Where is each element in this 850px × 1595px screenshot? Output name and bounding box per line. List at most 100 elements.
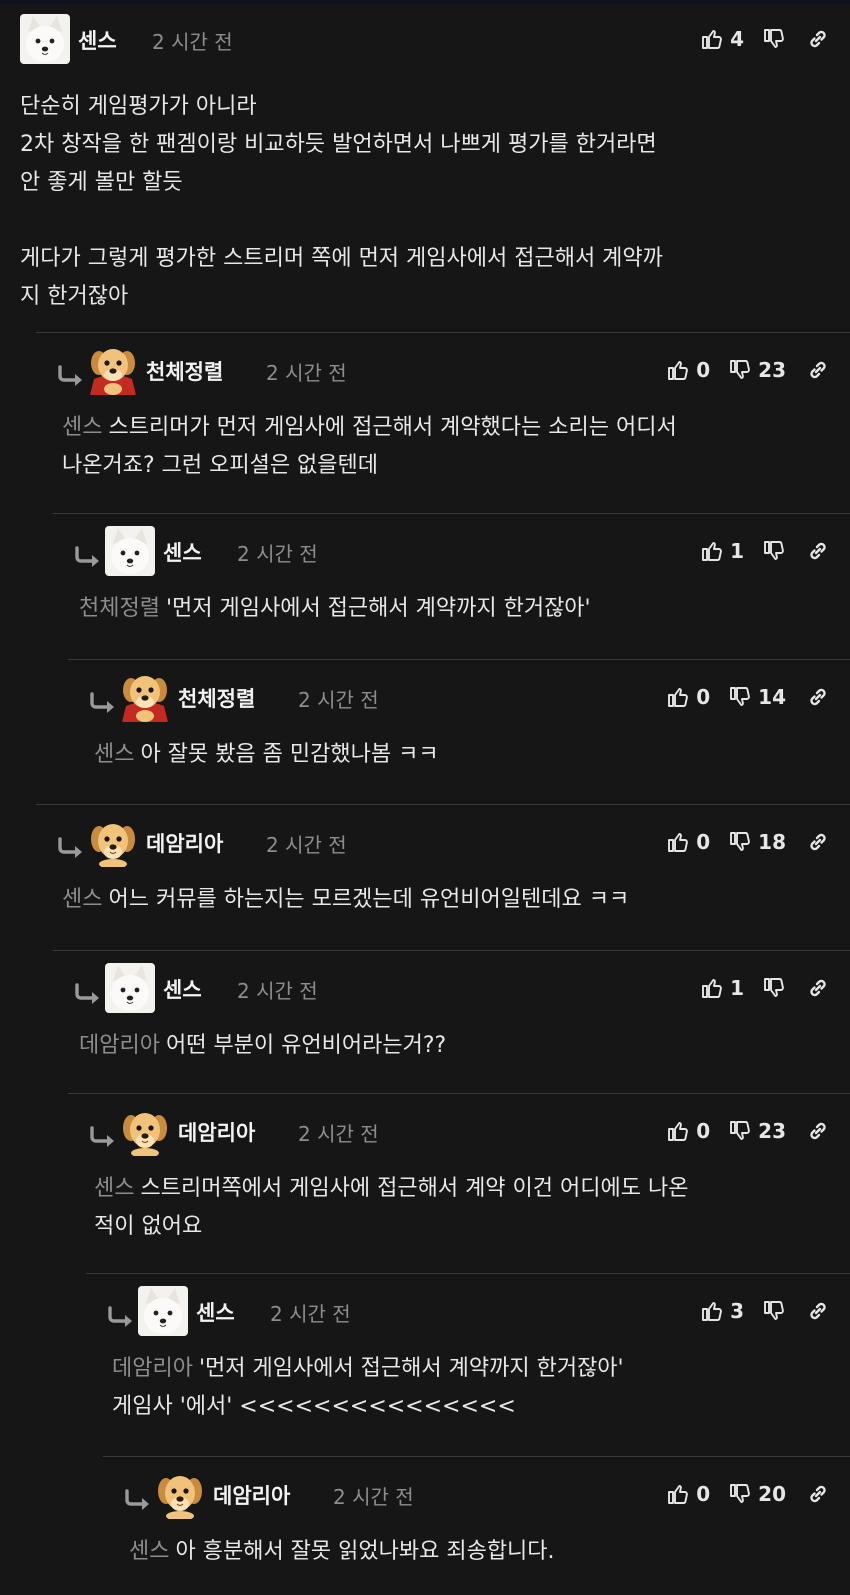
comment-divider bbox=[53, 513, 850, 514]
link-icon bbox=[806, 539, 830, 563]
avatar[interactable] bbox=[88, 345, 138, 395]
comment-actions: 0 18 bbox=[666, 813, 830, 871]
comment-header: 센스 2 시간 전 4 bbox=[0, 10, 850, 68]
comment-divider bbox=[36, 332, 850, 333]
comment: 데암리아 2 시간 전 0 18 센스 어느 커뮤를 하는지는 모르겠는데 유언비어일텐데… bbox=[36, 804, 850, 950]
comment-actions: 0 23 bbox=[666, 1102, 830, 1160]
mention-tag[interactable]: 센스 bbox=[94, 742, 134, 767]
thumbs-down-icon bbox=[762, 27, 786, 51]
mention-tag[interactable]: 센스 bbox=[62, 887, 102, 912]
copy-link-button[interactable] bbox=[806, 830, 830, 854]
author-name[interactable]: 데암리아 bbox=[146, 828, 223, 858]
author-name[interactable]: 천체정렬 bbox=[178, 683, 255, 713]
link-icon bbox=[806, 1482, 830, 1506]
author-name[interactable]: 데암리아 bbox=[178, 1117, 255, 1147]
reply-arrow-icon bbox=[56, 837, 86, 859]
author-name[interactable]: 센스 bbox=[196, 1297, 235, 1327]
copy-link-button[interactable] bbox=[806, 685, 830, 709]
comment-divider bbox=[68, 1093, 850, 1094]
avatar[interactable] bbox=[138, 1286, 188, 1336]
copy-link-button[interactable] bbox=[806, 1119, 830, 1143]
comment-text: 아 흥분해서 잘못 읽었나봐요 죄송합니다. bbox=[175, 1539, 555, 1564]
dislike-button[interactable]: 20 bbox=[728, 1482, 786, 1506]
avatar[interactable] bbox=[120, 672, 170, 722]
reply-arrow-glyph bbox=[123, 1489, 153, 1511]
comment: 센스 2 시간 전 3 데암리아 '먼저 게임사에서 접근해서 계약까지 한거잖아' 게… bbox=[86, 1273, 850, 1456]
mention-tag[interactable]: 센스 bbox=[129, 1539, 169, 1564]
comment-time: 2 시간 전 bbox=[298, 688, 379, 712]
comment: 센스 2 시간 전 1 데암리아 어떤 부분이 유언비어라는거?? bbox=[53, 950, 850, 1094]
reply-arrow-icon bbox=[56, 365, 86, 387]
reply-arrow-glyph bbox=[106, 1306, 136, 1328]
puppy-cape-avatar-image bbox=[88, 345, 138, 395]
avatar[interactable] bbox=[105, 963, 155, 1013]
like-button[interactable]: 0 bbox=[666, 685, 710, 709]
mention-tag[interactable]: 천체정렬 bbox=[79, 596, 160, 621]
thumbs-down-icon bbox=[762, 976, 786, 1000]
like-button[interactable]: 0 bbox=[666, 1119, 710, 1143]
mention-tag[interactable]: 센스 bbox=[62, 415, 102, 440]
dislike-button[interactable] bbox=[762, 539, 786, 563]
comment: 천체정렬 2 시간 전 0 14 센스 아 잘못 봤음 좀 민감했나봄 ㅋㅋ bbox=[68, 659, 850, 805]
white-dog-avatar-image bbox=[138, 1286, 188, 1336]
puppy-avatar-image bbox=[120, 1106, 170, 1156]
like-count: 0 bbox=[696, 1119, 711, 1143]
like-button[interactable]: 0 bbox=[666, 358, 710, 382]
avatar[interactable] bbox=[155, 1469, 205, 1519]
author-name[interactable]: 천체정렬 bbox=[146, 356, 223, 386]
copy-link-button[interactable] bbox=[806, 539, 830, 563]
avatar[interactable] bbox=[20, 14, 70, 64]
avatar[interactable] bbox=[88, 817, 138, 867]
comment-header: 천체정렬 2 시간 전 0 14 bbox=[68, 668, 850, 726]
comment-body: 센스 아 흥분해서 잘못 읽었나봐요 죄송합니다. bbox=[129, 1533, 820, 1571]
comment: 데암리아 2 시간 전 0 20 센스 아 흥분해서 잘못 읽었나봐요 죄송합니다. bbox=[103, 1456, 850, 1595]
comment-header: 천체정렬 2 시간 전 0 23 bbox=[36, 341, 850, 399]
thumbs-up-icon bbox=[666, 1119, 690, 1143]
author-name[interactable]: 센스 bbox=[78, 25, 117, 55]
comment-text: 단순히 게임평가가 아니라 2차 창작을 한 팬겜이랑 비교하듯 발언하면서 나… bbox=[20, 94, 663, 309]
like-button[interactable]: 0 bbox=[666, 830, 710, 854]
link-icon bbox=[806, 976, 830, 1000]
dislike-button[interactable]: 23 bbox=[728, 1119, 786, 1143]
copy-link-button[interactable] bbox=[806, 358, 830, 382]
comment-text: 어느 커뮤를 하는지는 모르겠는데 유언비어일텐데요 ㅋㅋ bbox=[108, 887, 630, 912]
dislike-button[interactable] bbox=[762, 27, 786, 51]
comment: 센스 2 시간 전 4 단순히 게임평가가 아니라 2차 창작을 한 팬겜이랑 비교하… bbox=[0, 0, 850, 332]
dislike-button[interactable] bbox=[762, 1299, 786, 1323]
comment-body: 단순히 게임평가가 아니라 2차 창작을 한 팬겜이랑 비교하듯 발언하면서 나… bbox=[20, 88, 820, 316]
mention-tag[interactable]: 데암리아 bbox=[112, 1356, 193, 1381]
author-name[interactable]: 데암리아 bbox=[213, 1480, 290, 1510]
avatar[interactable] bbox=[105, 526, 155, 576]
dislike-button[interactable]: 23 bbox=[728, 358, 786, 382]
like-button[interactable]: 1 bbox=[700, 976, 744, 1000]
comment-time: 2 시간 전 bbox=[266, 361, 347, 385]
mention-tag[interactable]: 데암리아 bbox=[79, 1033, 160, 1058]
copy-link-button[interactable] bbox=[806, 1299, 830, 1323]
reply-arrow-icon bbox=[106, 1306, 136, 1328]
thumbs-up-icon bbox=[700, 976, 724, 1000]
like-button[interactable]: 0 bbox=[666, 1482, 710, 1506]
copy-link-button[interactable] bbox=[806, 1482, 830, 1506]
like-button[interactable]: 1 bbox=[700, 539, 744, 563]
comment-time: 2 시간 전 bbox=[333, 1485, 414, 1509]
reply-arrow-icon bbox=[123, 1489, 153, 1511]
avatar[interactable] bbox=[120, 1106, 170, 1156]
mention-tag[interactable]: 센스 bbox=[94, 1176, 134, 1201]
copy-link-button[interactable] bbox=[806, 27, 830, 51]
reply-arrow-glyph bbox=[56, 837, 86, 859]
dislike-button[interactable] bbox=[762, 976, 786, 1000]
thumbs-up-icon bbox=[700, 539, 724, 563]
dislike-button[interactable]: 18 bbox=[728, 830, 786, 854]
author-name[interactable]: 센스 bbox=[163, 974, 202, 1004]
comment-text: '먼저 게임사에서 접근해서 계약까지 한거잖아' bbox=[165, 596, 591, 621]
dislike-button[interactable]: 14 bbox=[728, 685, 786, 709]
copy-link-button[interactable] bbox=[806, 976, 830, 1000]
comment-body: 데암리아 어떤 부분이 유언비어라는거?? bbox=[79, 1027, 820, 1065]
dislike-count: 18 bbox=[758, 830, 786, 854]
like-button[interactable]: 4 bbox=[700, 27, 744, 51]
author-name[interactable]: 센스 bbox=[163, 537, 202, 567]
reply-arrow-icon bbox=[73, 983, 103, 1005]
thumbs-up-icon bbox=[666, 358, 690, 382]
thumbs-down-icon bbox=[762, 539, 786, 563]
like-button[interactable]: 3 bbox=[700, 1299, 744, 1323]
